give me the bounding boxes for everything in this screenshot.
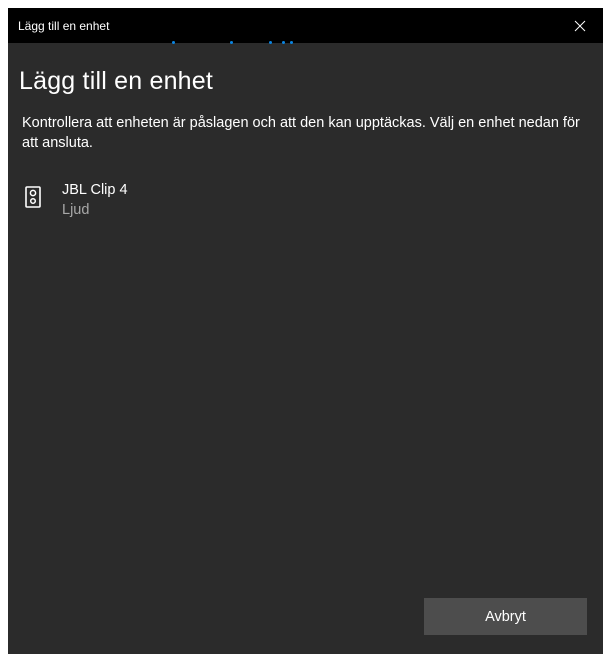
title-bar: Lägg till en enhet xyxy=(8,8,603,43)
instructions-text: Kontrollera att enheten är påslagen och … xyxy=(22,115,580,151)
speaker-icon xyxy=(25,186,41,208)
close-icon xyxy=(574,20,586,31)
progress-dot xyxy=(172,41,175,44)
device-item-jbl-clip-4[interactable]: JBL Clip 4 Ljud xyxy=(18,178,318,224)
close-button[interactable] xyxy=(557,8,603,43)
device-name: JBL Clip 4 xyxy=(62,182,128,198)
page-title: Lägg till en enhet xyxy=(19,67,214,95)
device-type: Ljud xyxy=(62,202,90,218)
progress-dot xyxy=(290,41,293,44)
add-device-dialog: Lägg till en enhet Lägg till en enhet Ko… xyxy=(8,8,603,654)
progress-dot xyxy=(269,41,272,44)
progress-dot xyxy=(282,41,285,44)
progress-dot xyxy=(230,41,233,44)
cancel-button[interactable]: Avbryt xyxy=(424,598,587,635)
progress-indicator xyxy=(8,41,603,45)
window-title: Lägg till en enhet xyxy=(18,19,110,33)
